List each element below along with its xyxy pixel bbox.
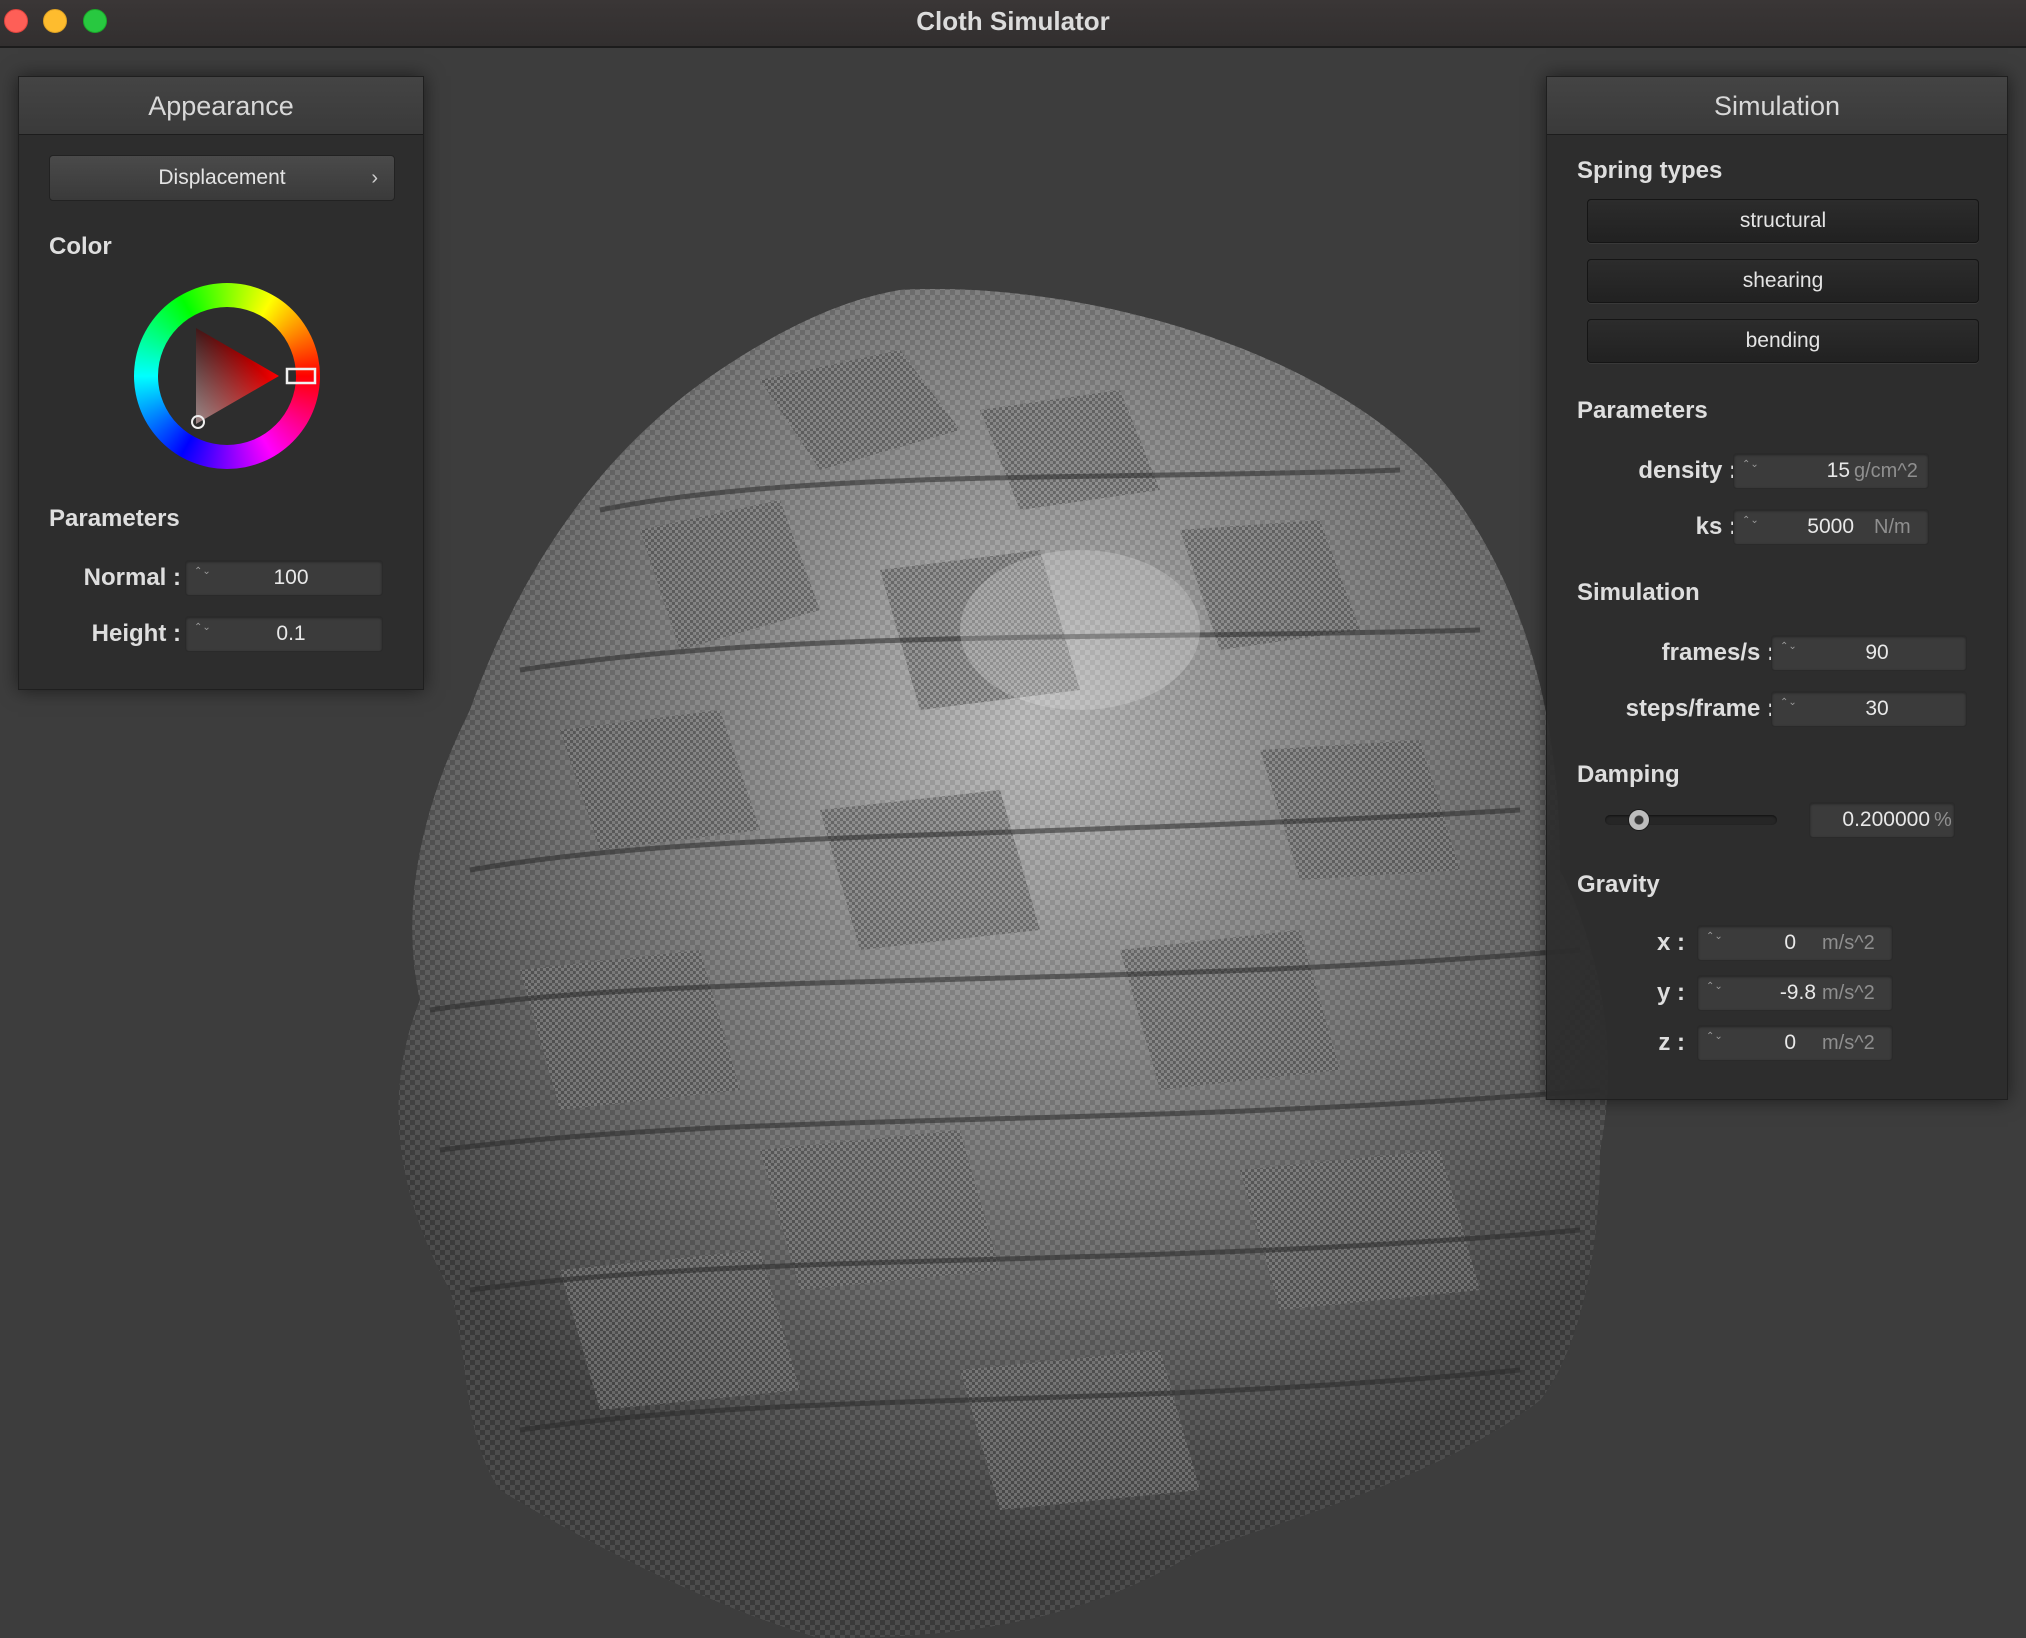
color-wheel[interactable]: [134, 283, 320, 469]
normal-input[interactable]: ⌃⌄ 100: [185, 560, 383, 596]
damping-label: Damping: [1577, 761, 1680, 788]
spinner-icon[interactable]: ⌃⌄: [194, 565, 211, 578]
simulation-panel-title[interactable]: Simulation: [1547, 77, 2007, 135]
fps-input[interactable]: ⌃⌄ 90: [1771, 635, 1967, 671]
steps-value: 30: [1865, 697, 1889, 720]
simulation-parameters-label: Parameters: [1577, 397, 1708, 424]
window-title: Cloth Simulator: [916, 6, 1110, 36]
fps-value: 90: [1865, 641, 1889, 664]
ks-unit: N/m: [1874, 516, 1911, 538]
spinner-icon[interactable]: ⌃⌄: [1706, 980, 1723, 993]
shearing-button[interactable]: shearing: [1587, 259, 1979, 303]
gravity-x-label: x :: [1656, 929, 1685, 956]
ks-input[interactable]: ⌃⌄ 5000 N/m: [1733, 509, 1929, 545]
damping-value-box[interactable]: 0.200000 %: [1809, 802, 1955, 838]
color-section-label: Color: [49, 233, 112, 260]
gravity-x-input[interactable]: ⌃⌄ 0 m/s^2: [1697, 925, 1893, 961]
density-unit: g/cm^2: [1854, 460, 1918, 482]
damping-slider-knob[interactable]: [1628, 809, 1651, 831]
spinner-icon[interactable]: ⌃⌄: [1780, 696, 1797, 709]
steps-label: steps/frame :: [1625, 695, 1775, 722]
density-value: 15: [1826, 459, 1850, 482]
gravity-z-label: z :: [1658, 1029, 1685, 1056]
simulation-panel: Simulation Spring types structural shear…: [1546, 76, 2008, 1100]
height-input[interactable]: ⌃⌄ 0.1: [185, 616, 383, 652]
density-input[interactable]: ⌃⌄ 15 g/cm^2: [1733, 453, 1929, 489]
simulation-section-label: Simulation: [1577, 579, 1700, 606]
appearance-parameters-label: Parameters: [49, 505, 180, 532]
gravity-y-value: -9.8: [1779, 981, 1816, 1004]
title-bar: Cloth Simulator: [0, 0, 2026, 48]
structural-button[interactable]: structural: [1587, 199, 1979, 243]
steps-input[interactable]: ⌃⌄ 30: [1771, 691, 1967, 727]
gravity-y-unit: m/s^2: [1822, 982, 1875, 1004]
normal-label: Normal :: [83, 564, 181, 591]
height-value: 0.1: [276, 622, 306, 645]
ks-label: ks :: [1695, 513, 1737, 540]
normal-value: 100: [273, 566, 309, 589]
height-label: Height :: [91, 620, 181, 647]
density-label: density :: [1638, 457, 1737, 484]
appearance-panel: Appearance Displacement › Color Paramete…: [18, 76, 424, 690]
bending-button[interactable]: bending: [1587, 319, 1979, 363]
spinner-icon[interactable]: ⌃⌄: [1742, 458, 1759, 471]
spinner-icon[interactable]: ⌃⌄: [194, 621, 211, 634]
appearance-panel-title[interactable]: Appearance: [19, 77, 423, 135]
damping-value: 0.200000: [1842, 808, 1930, 831]
damping-unit: %: [1934, 809, 1952, 831]
spinner-icon[interactable]: ⌃⌄: [1706, 1030, 1723, 1043]
gravity-z-unit: m/s^2: [1822, 1032, 1875, 1054]
spring-types-label: Spring types: [1577, 157, 1723, 184]
ks-value: 5000: [1807, 515, 1854, 538]
spinner-icon[interactable]: ⌃⌄: [1780, 640, 1797, 653]
spinner-icon[interactable]: ⌃⌄: [1742, 514, 1759, 527]
gravity-y-label: y :: [1656, 979, 1685, 1006]
fps-label: frames/s :: [1661, 639, 1775, 666]
shader-select-button[interactable]: Displacement ›: [49, 155, 395, 201]
chevron-right-icon: ›: [371, 167, 378, 189]
shader-select-label: Displacement: [158, 166, 286, 189]
sv-triangle[interactable]: [134, 283, 320, 469]
gravity-z-value: 0: [1784, 1031, 1796, 1054]
gravity-z-input[interactable]: ⌃⌄ 0 m/s^2: [1697, 1025, 1893, 1061]
spinner-icon[interactable]: ⌃⌄: [1706, 930, 1723, 943]
gravity-x-unit: m/s^2: [1822, 932, 1875, 954]
gravity-x-value: 0: [1784, 931, 1796, 954]
gravity-label: Gravity: [1577, 871, 1660, 898]
gravity-y-input[interactable]: ⌃⌄ -9.8 m/s^2: [1697, 975, 1893, 1011]
